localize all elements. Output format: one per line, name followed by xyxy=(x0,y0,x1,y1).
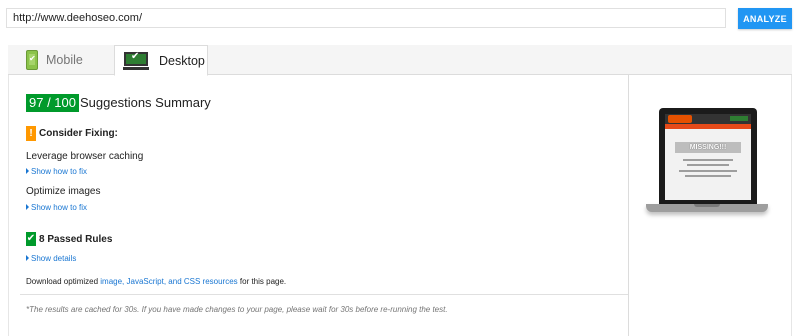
analyze-button[interactable]: ANALYZE xyxy=(738,8,792,29)
desktop-screenshot-preview: MISSING!!! xyxy=(646,108,768,220)
preview-site-header xyxy=(665,114,751,124)
tab-mobile[interactable]: ✔ Mobile xyxy=(26,45,122,75)
expand-triangle-icon xyxy=(26,255,29,261)
link-label: Show details xyxy=(31,254,77,263)
desktop-monitor-check-icon: ✔ xyxy=(123,51,149,70)
warning-icon: ! xyxy=(26,126,36,141)
show-how-to-fix-link-caching[interactable]: Show how to fix xyxy=(26,167,87,176)
download-resources-link[interactable]: image, JavaScript, and CSS resources xyxy=(100,277,237,286)
link-label: Show how to fix xyxy=(31,167,88,176)
expand-triangle-icon xyxy=(26,204,29,210)
preview-site-button xyxy=(730,116,748,121)
url-input[interactable] xyxy=(6,8,726,28)
rule-title-images: Optimize images xyxy=(26,186,101,197)
cache-footnote: *The results are cached for 30s. If you … xyxy=(26,305,448,314)
preview-site-body: MISSING!!! xyxy=(665,129,751,200)
preview-missing-banner: MISSING!!! xyxy=(675,142,741,153)
tab-desktop-label: Desktop xyxy=(159,53,205,68)
device-tab-strip: ✔ Mobile ✔ Desktop xyxy=(8,45,792,76)
tab-mobile-label: Mobile xyxy=(46,53,83,67)
score-badge: 97 / 100 xyxy=(26,94,79,112)
footer-divider xyxy=(20,294,628,295)
preview-text-line xyxy=(685,175,731,177)
preview-text-line xyxy=(679,170,737,172)
panel-divider xyxy=(628,75,629,336)
summary-title: Suggestions Summary xyxy=(80,95,211,110)
tab-desktop[interactable]: ✔ Desktop xyxy=(114,45,208,76)
show-details-link[interactable]: Show details xyxy=(26,254,76,263)
link-label: Show how to fix xyxy=(31,203,88,212)
download-resources-text: Download optimized image, JavaScript, an… xyxy=(26,277,286,286)
download-suffix: for this page. xyxy=(237,277,287,286)
passed-rules-heading: 8 Passed Rules xyxy=(39,234,113,245)
rule-title-caching: Leverage browser caching xyxy=(26,151,144,162)
mobile-phone-check-icon: ✔ xyxy=(26,50,38,70)
show-how-to-fix-link-images[interactable]: Show how to fix xyxy=(26,203,87,212)
preview-text-line xyxy=(687,164,729,166)
laptop-hinge xyxy=(694,204,720,207)
preview-text-line xyxy=(683,159,733,161)
check-icon: ✔ xyxy=(26,232,36,246)
consider-fixing-heading: Consider Fixing: xyxy=(39,128,118,139)
download-prefix: Download optimized xyxy=(26,277,101,286)
laptop-screen: MISSING!!! xyxy=(665,114,751,200)
preview-site-logo xyxy=(668,115,692,123)
expand-triangle-icon xyxy=(26,168,29,174)
